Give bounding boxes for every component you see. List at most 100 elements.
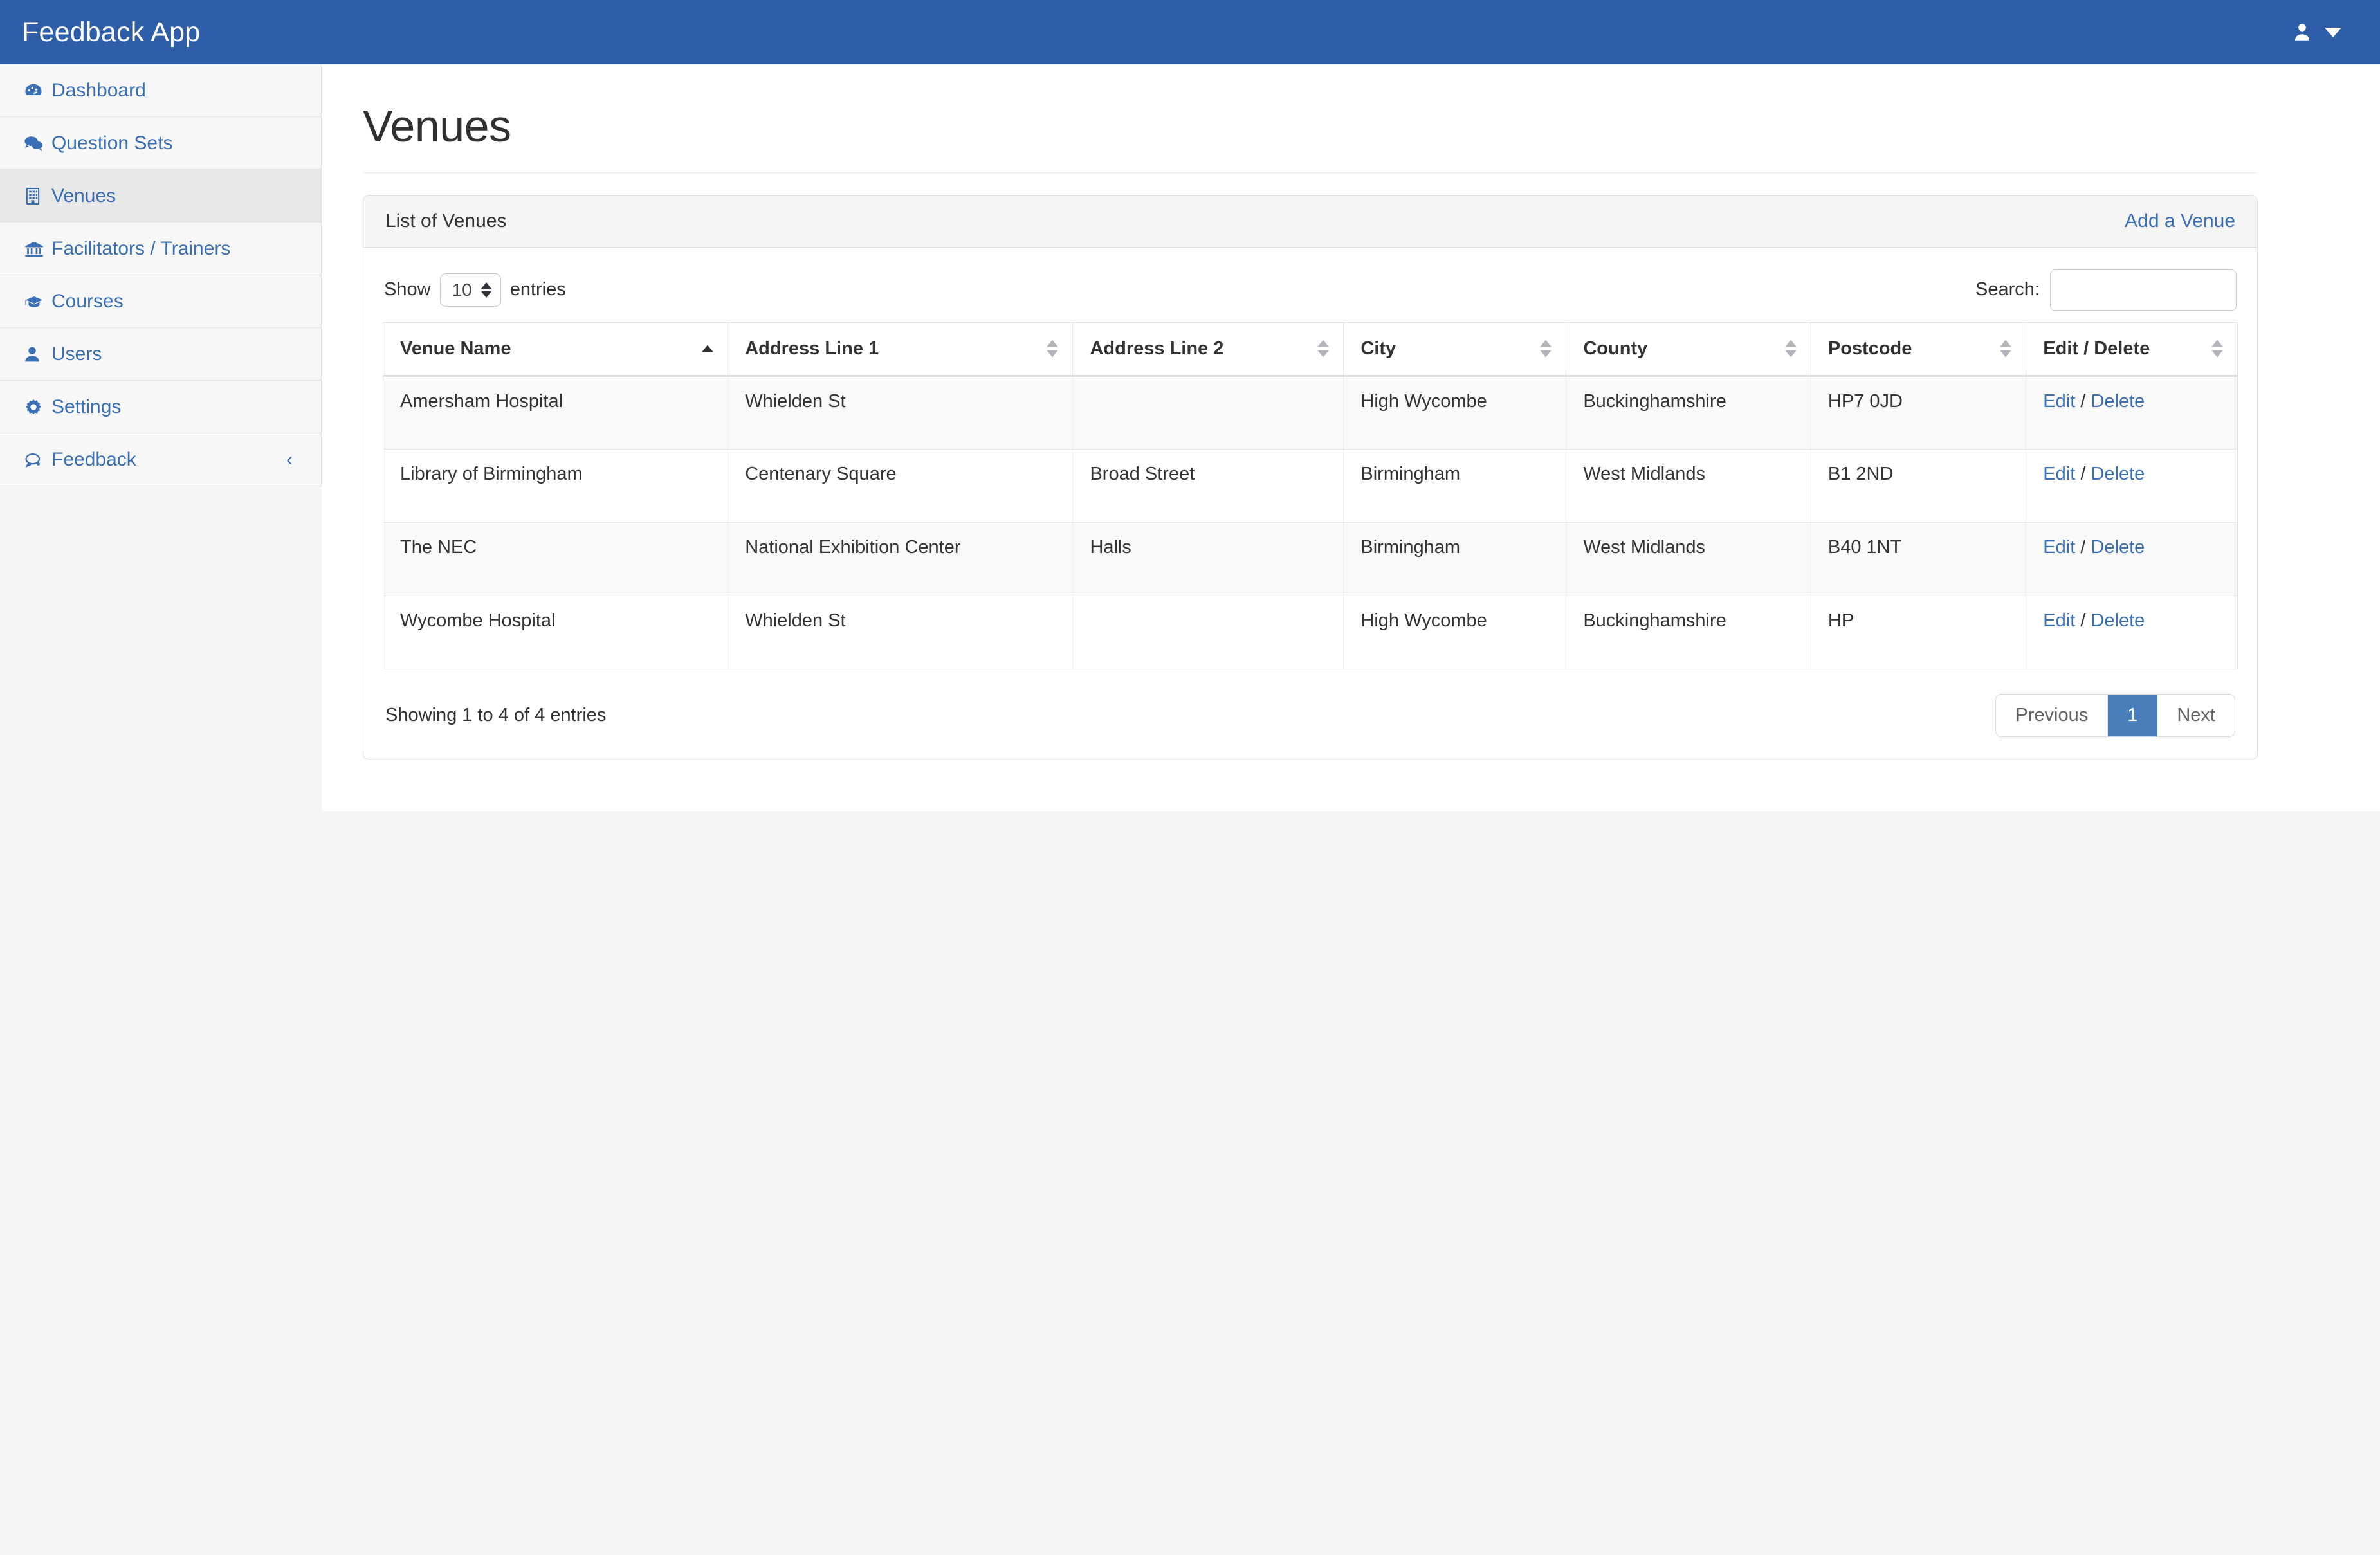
app-brand[interactable]: Feedback App [22, 18, 200, 46]
delete-link[interactable]: Delete [2091, 464, 2145, 484]
table-row[interactable]: Library of Birmingham Centenary Square B… [383, 449, 2238, 523]
sort-icon [1784, 340, 1797, 358]
edit-link[interactable]: Edit [2043, 464, 2075, 484]
panel-title: List of Venues [385, 210, 507, 232]
page-length-value: 10 [452, 279, 472, 300]
column-header-postcode[interactable]: Postcode [1811, 322, 2027, 377]
table-header-row: Venue Name Address Line 1 Address Line 2 [383, 322, 2238, 377]
page-length-control: Show 10 entries [384, 273, 566, 307]
cell-city: Birmingham [1343, 522, 1567, 596]
sort-icon [2000, 340, 2012, 358]
datatable-controls: Show 10 entries Search: [383, 263, 2238, 322]
cell-city: Birmingham [1343, 449, 1567, 523]
user-icon [23, 344, 51, 365]
sidebar-item-courses[interactable]: Courses [0, 275, 321, 328]
cell-postcode: HP7 0JD [1811, 376, 2027, 450]
column-label: Venue Name [400, 338, 511, 359]
navbar-user-menu[interactable] [2291, 21, 2347, 43]
column-label: Postcode [1827, 338, 1912, 359]
sidebar-item-label: Settings [51, 396, 122, 417]
cell-venue-name: Library of Birmingham [383, 449, 729, 523]
delete-link[interactable]: Delete [2091, 537, 2145, 558]
entries-label: entries [509, 279, 566, 300]
column-header-edit-delete[interactable]: Edit / Delete [2026, 322, 2238, 377]
column-header-address-line-2[interactable]: Address Line 2 [1072, 322, 1344, 377]
cell-city: High Wycombe [1343, 376, 1567, 450]
institution-icon [23, 239, 51, 259]
table-body: Amersham Hospital Whielden St High Wycom… [383, 376, 2238, 669]
column-label: Edit / Delete [2043, 338, 2150, 359]
column-header-venue-name[interactable]: Venue Name [383, 322, 729, 377]
pagination-next[interactable]: Next [2157, 694, 2235, 736]
column-label: County [1583, 338, 1648, 359]
building-icon [23, 186, 51, 206]
column-label: Address Line 1 [745, 338, 879, 359]
cell-county: Buckinghamshire [1566, 596, 1811, 669]
sidebar-item-label: Question Sets [51, 132, 173, 154]
edit-link[interactable]: Edit [2043, 610, 2075, 631]
page-length-select[interactable]: 10 [439, 273, 501, 307]
sidebar-item-users[interactable]: Users [0, 328, 321, 381]
cell-postcode: B40 1NT [1811, 522, 2027, 596]
cell-address-line-1: Centenary Square [728, 449, 1074, 523]
sidebar-item-feedback[interactable]: Feedback ‹ [0, 433, 321, 486]
column-header-city[interactable]: City [1343, 322, 1567, 377]
dashboard-icon [23, 80, 51, 101]
table-row[interactable]: Amersham Hospital Whielden St High Wycom… [383, 376, 2238, 450]
sidebar-item-label: Courses [51, 290, 124, 312]
comments-icon [23, 133, 51, 154]
column-header-address-line-1[interactable]: Address Line 1 [728, 322, 1074, 377]
column-label: City [1360, 338, 1396, 359]
sidebar-item-question-sets[interactable]: Question Sets [0, 117, 321, 170]
sort-icon [1540, 340, 1552, 358]
sidebar-item-label: Venues [51, 185, 116, 206]
search-control: Search: [1975, 269, 2237, 311]
edit-link[interactable]: Edit [2043, 537, 2075, 558]
venues-panel: List of Venues Add a Venue Show 10 entri… [363, 194, 2258, 759]
comment-dots-icon [23, 450, 51, 470]
main-content: Venues List of Venues Add a Venue Show 1… [322, 64, 2380, 811]
table-row[interactable]: Wycombe Hospital Whielden St High Wycomb… [383, 596, 2238, 669]
sidebar-item-label: Users [51, 343, 102, 365]
pagination-page-1[interactable]: 1 [2108, 694, 2158, 736]
datatable-footer: Showing 1 to 4 of 4 entries Previous 1 N… [383, 669, 2238, 742]
cell-address-line-1: National Exhibition Center [728, 522, 1074, 596]
search-label: Search: [1975, 279, 2040, 300]
top-navbar: Feedback App [0, 0, 2380, 64]
cell-edit-delete: Edit / Delete [2026, 376, 2238, 450]
cell-address-line-2 [1072, 596, 1344, 669]
stepper-icon [481, 282, 491, 298]
page-shell: Dashboard Question Sets Venues Facilitat… [0, 64, 2380, 811]
table-row[interactable]: The NEC National Exhibition Center Halls… [383, 522, 2238, 596]
separator: / [2080, 610, 2086, 631]
cell-address-line-1: Whielden St [728, 376, 1074, 450]
pagination-previous[interactable]: Previous [1996, 694, 2109, 736]
column-label: Address Line 2 [1090, 338, 1224, 359]
cell-postcode: B1 2ND [1811, 449, 2027, 523]
search-input[interactable] [2050, 269, 2237, 311]
separator: / [2080, 536, 2086, 558]
pagination: Previous 1 Next [1995, 693, 2235, 737]
sidebar-item-facilitators-trainers[interactable]: Facilitators / Trainers [0, 223, 321, 275]
sort-ascending-icon [702, 345, 714, 352]
delete-link[interactable]: Delete [2091, 610, 2145, 631]
title-divider [363, 172, 2258, 173]
delete-link[interactable]: Delete [2091, 391, 2145, 412]
column-header-county[interactable]: County [1566, 322, 1811, 377]
cell-edit-delete: Edit / Delete [2026, 596, 2238, 669]
sort-icon [1317, 340, 1330, 358]
add-a-venue-link[interactable]: Add a Venue [2125, 211, 2235, 231]
cell-venue-name: Wycombe Hospital [383, 596, 729, 669]
edit-link[interactable]: Edit [2043, 391, 2075, 412]
chevron-left-icon[interactable]: ‹ [286, 450, 293, 469]
sidebar-item-settings[interactable]: Settings [0, 381, 321, 433]
sidebar: Dashboard Question Sets Venues Facilitat… [0, 64, 322, 486]
cell-address-line-1: Whielden St [728, 596, 1074, 669]
sidebar-item-venues[interactable]: Venues [0, 170, 321, 223]
page-title: Venues [363, 101, 511, 151]
entries-info: Showing 1 to 4 of 4 entries [385, 704, 607, 725]
cell-address-line-2: Halls [1072, 522, 1344, 596]
sidebar-item-dashboard[interactable]: Dashboard [0, 64, 321, 117]
cell-city: High Wycombe [1343, 596, 1567, 669]
cell-address-line-2: Broad Street [1072, 449, 1344, 523]
